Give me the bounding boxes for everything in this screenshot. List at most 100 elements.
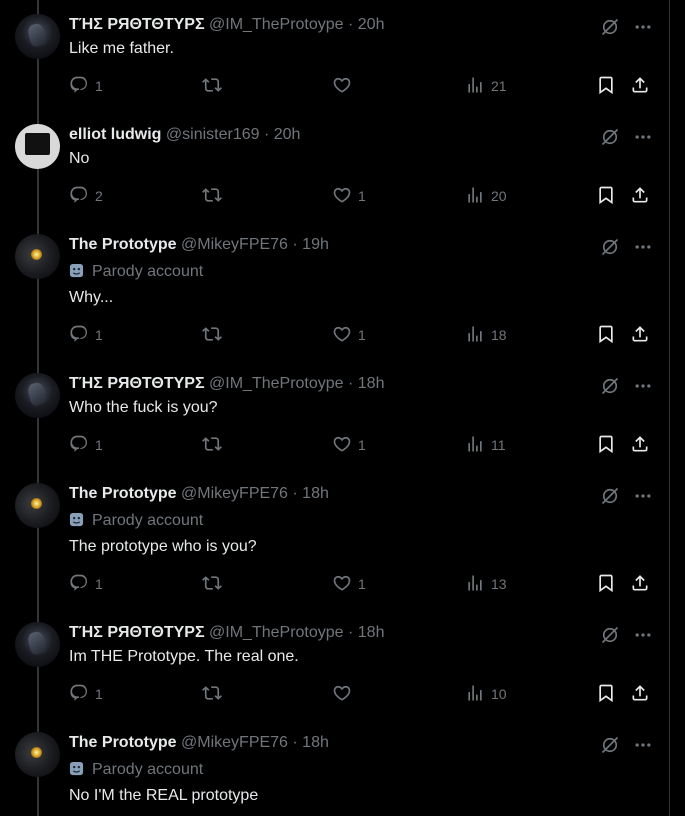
timestamp[interactable]: 18h bbox=[358, 375, 385, 392]
retweet-button[interactable] bbox=[202, 325, 228, 345]
bookmark-icon bbox=[596, 683, 616, 706]
reply-count: 1 bbox=[95, 437, 103, 453]
reply-button[interactable]: 1 bbox=[69, 435, 103, 455]
bookmark-button[interactable] bbox=[596, 574, 616, 594]
bookmark-button[interactable] bbox=[596, 186, 616, 206]
like-button[interactable]: 1 bbox=[332, 574, 366, 594]
avatar[interactable] bbox=[15, 373, 60, 418]
display-name[interactable]: elliot ludwig bbox=[69, 126, 161, 143]
retweet-icon bbox=[202, 573, 222, 596]
views-button[interactable]: 20 bbox=[465, 186, 507, 206]
retweet-button[interactable] bbox=[202, 574, 228, 594]
handle[interactable]: @MikeyFPE76 bbox=[181, 236, 288, 253]
handle[interactable]: @sinister169 bbox=[166, 126, 260, 143]
separator-dot: · bbox=[287, 734, 303, 751]
reply-button[interactable]: 1 bbox=[69, 574, 103, 594]
like-button[interactable]: 1 bbox=[332, 435, 366, 455]
tweet-text: Like me father. bbox=[69, 40, 174, 57]
heart-icon bbox=[332, 683, 352, 706]
share-button[interactable] bbox=[630, 684, 650, 704]
grok-icon[interactable] bbox=[600, 376, 620, 396]
heart-icon bbox=[332, 324, 352, 347]
grok-icon[interactable] bbox=[600, 237, 620, 257]
views-button[interactable]: 11 bbox=[465, 435, 506, 455]
like-button[interactable] bbox=[332, 76, 358, 96]
share-button[interactable] bbox=[630, 574, 650, 594]
handle[interactable]: @MikeyFPE76 bbox=[181, 734, 288, 751]
more-icon[interactable] bbox=[633, 237, 653, 257]
retweet-button[interactable] bbox=[202, 684, 228, 704]
parody-text: Parody account bbox=[92, 263, 204, 280]
avatar[interactable] bbox=[15, 124, 60, 169]
display-name[interactable]: ΤΉΣ ΡЯΘΤΘΤΥΡΣ bbox=[69, 16, 205, 33]
timestamp[interactable]: 18h bbox=[302, 734, 329, 751]
display-name[interactable]: ΤΉΣ ΡЯΘΤΘΤΥΡΣ bbox=[69, 624, 205, 641]
reply-count: 2 bbox=[95, 188, 103, 204]
display-name[interactable]: The Prototype bbox=[69, 236, 177, 253]
tweet-header: elliot ludwig @sinister169 · 20h bbox=[69, 125, 300, 145]
more-icon[interactable] bbox=[633, 486, 653, 506]
more-icon[interactable] bbox=[633, 625, 653, 645]
reply-button[interactable]: 1 bbox=[69, 325, 103, 345]
grok-icon[interactable] bbox=[600, 486, 620, 506]
handle[interactable]: @MikeyFPE76 bbox=[181, 485, 288, 502]
tweet-text: No bbox=[69, 150, 90, 167]
display-name[interactable]: The Prototype bbox=[69, 734, 177, 751]
bookmark-button[interactable] bbox=[596, 325, 616, 345]
bookmark-button[interactable] bbox=[596, 684, 616, 704]
timestamp[interactable]: 20h bbox=[358, 16, 385, 33]
display-name[interactable]: ΤΉΣ ΡЯΘΤΘΤΥΡΣ bbox=[69, 375, 205, 392]
retweet-button[interactable] bbox=[202, 186, 228, 206]
display-name[interactable]: The Prototype bbox=[69, 485, 177, 502]
timestamp[interactable]: 20h bbox=[274, 126, 301, 143]
views-button[interactable]: 21 bbox=[465, 76, 507, 96]
like-button[interactable]: 1 bbox=[332, 325, 366, 345]
handle[interactable]: @IM_TheProtoype bbox=[209, 16, 344, 33]
timestamp[interactable]: 19h bbox=[302, 236, 329, 253]
share-icon bbox=[630, 434, 650, 457]
tweet-header: ΤΉΣ ΡЯΘΤΘΤΥΡΣ @IM_TheProtoype · 20h bbox=[69, 15, 384, 35]
share-button[interactable] bbox=[630, 325, 650, 345]
views-button[interactable]: 13 bbox=[465, 574, 507, 594]
grok-icon[interactable] bbox=[600, 17, 620, 37]
reply-button[interactable]: 1 bbox=[69, 76, 103, 96]
avatar[interactable] bbox=[15, 234, 60, 279]
avatar[interactable] bbox=[15, 14, 60, 59]
views-button[interactable]: 18 bbox=[465, 325, 507, 345]
like-button[interactable] bbox=[332, 684, 358, 704]
views-count: 20 bbox=[491, 188, 507, 204]
handle[interactable]: @IM_TheProtoype bbox=[209, 624, 344, 641]
reply-button[interactable]: 2 bbox=[69, 186, 103, 206]
more-icon[interactable] bbox=[633, 735, 653, 755]
separator-dot: · bbox=[287, 485, 303, 502]
share-button[interactable] bbox=[630, 435, 650, 455]
share-button[interactable] bbox=[630, 186, 650, 206]
avatar[interactable] bbox=[15, 483, 60, 528]
timestamp[interactable]: 18h bbox=[302, 485, 329, 502]
more-icon[interactable] bbox=[633, 127, 653, 147]
share-icon bbox=[630, 185, 650, 208]
reply-icon bbox=[69, 573, 89, 596]
grok-icon[interactable] bbox=[600, 625, 620, 645]
views-button[interactable]: 10 bbox=[465, 684, 507, 704]
views-count: 13 bbox=[491, 576, 507, 592]
avatar[interactable] bbox=[15, 622, 60, 667]
handle[interactable]: @IM_TheProtoype bbox=[209, 375, 344, 392]
grok-icon[interactable] bbox=[600, 735, 620, 755]
share-icon bbox=[630, 683, 650, 706]
views-count: 11 bbox=[491, 437, 506, 453]
timestamp[interactable]: 18h bbox=[358, 624, 385, 641]
reply-button[interactable]: 1 bbox=[69, 684, 103, 704]
retweet-button[interactable] bbox=[202, 76, 228, 96]
retweet-button[interactable] bbox=[202, 435, 228, 455]
views-icon bbox=[465, 434, 485, 457]
like-button[interactable]: 1 bbox=[332, 186, 366, 206]
share-button[interactable] bbox=[630, 76, 650, 96]
more-icon[interactable] bbox=[633, 376, 653, 396]
tweet-header: ΤΉΣ ΡЯΘΤΘΤΥΡΣ @IM_TheProtoype · 18h bbox=[69, 623, 384, 643]
grok-icon[interactable] bbox=[600, 127, 620, 147]
avatar[interactable] bbox=[15, 732, 60, 777]
bookmark-button[interactable] bbox=[596, 435, 616, 455]
bookmark-button[interactable] bbox=[596, 76, 616, 96]
more-icon[interactable] bbox=[633, 17, 653, 37]
